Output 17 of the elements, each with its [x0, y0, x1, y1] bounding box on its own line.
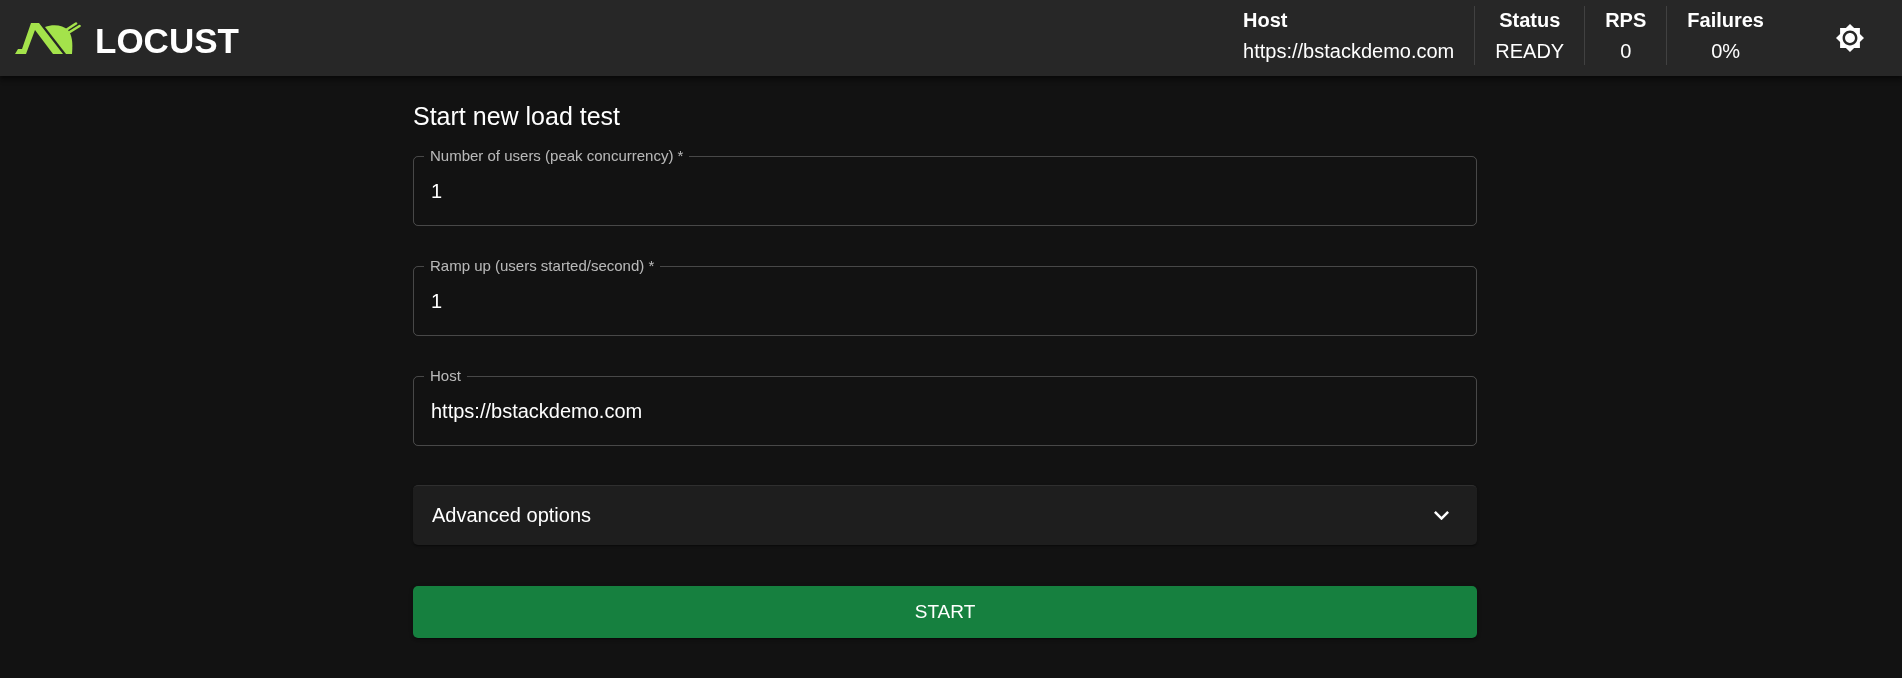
field-label: Number of users (peak concurrency) *: [424, 147, 690, 165]
stat-value: READY: [1495, 39, 1565, 64]
field-label: Ramp up (users started/second) *: [424, 257, 661, 275]
sun-icon: [1836, 24, 1864, 52]
stat-value: https://bstackdemo.com: [1243, 39, 1455, 64]
advanced-options-toggle[interactable]: Advanced options: [413, 485, 1477, 545]
logo-wordmark: LOCUST: [95, 22, 239, 58]
stat-label: Failures: [1687, 8, 1764, 33]
stat-label: Host: [1243, 8, 1288, 33]
stat-value: 0: [1620, 39, 1632, 64]
logo-icon: [15, 22, 81, 54]
chevron-down-icon: [1434, 510, 1449, 521]
stat-value: 0%: [1711, 39, 1741, 64]
form-title: Start new load test: [413, 101, 622, 131]
stat-label: Status: [1499, 8, 1561, 33]
start-button[interactable]: START: [413, 586, 1477, 638]
stat-label: RPS: [1605, 8, 1647, 33]
